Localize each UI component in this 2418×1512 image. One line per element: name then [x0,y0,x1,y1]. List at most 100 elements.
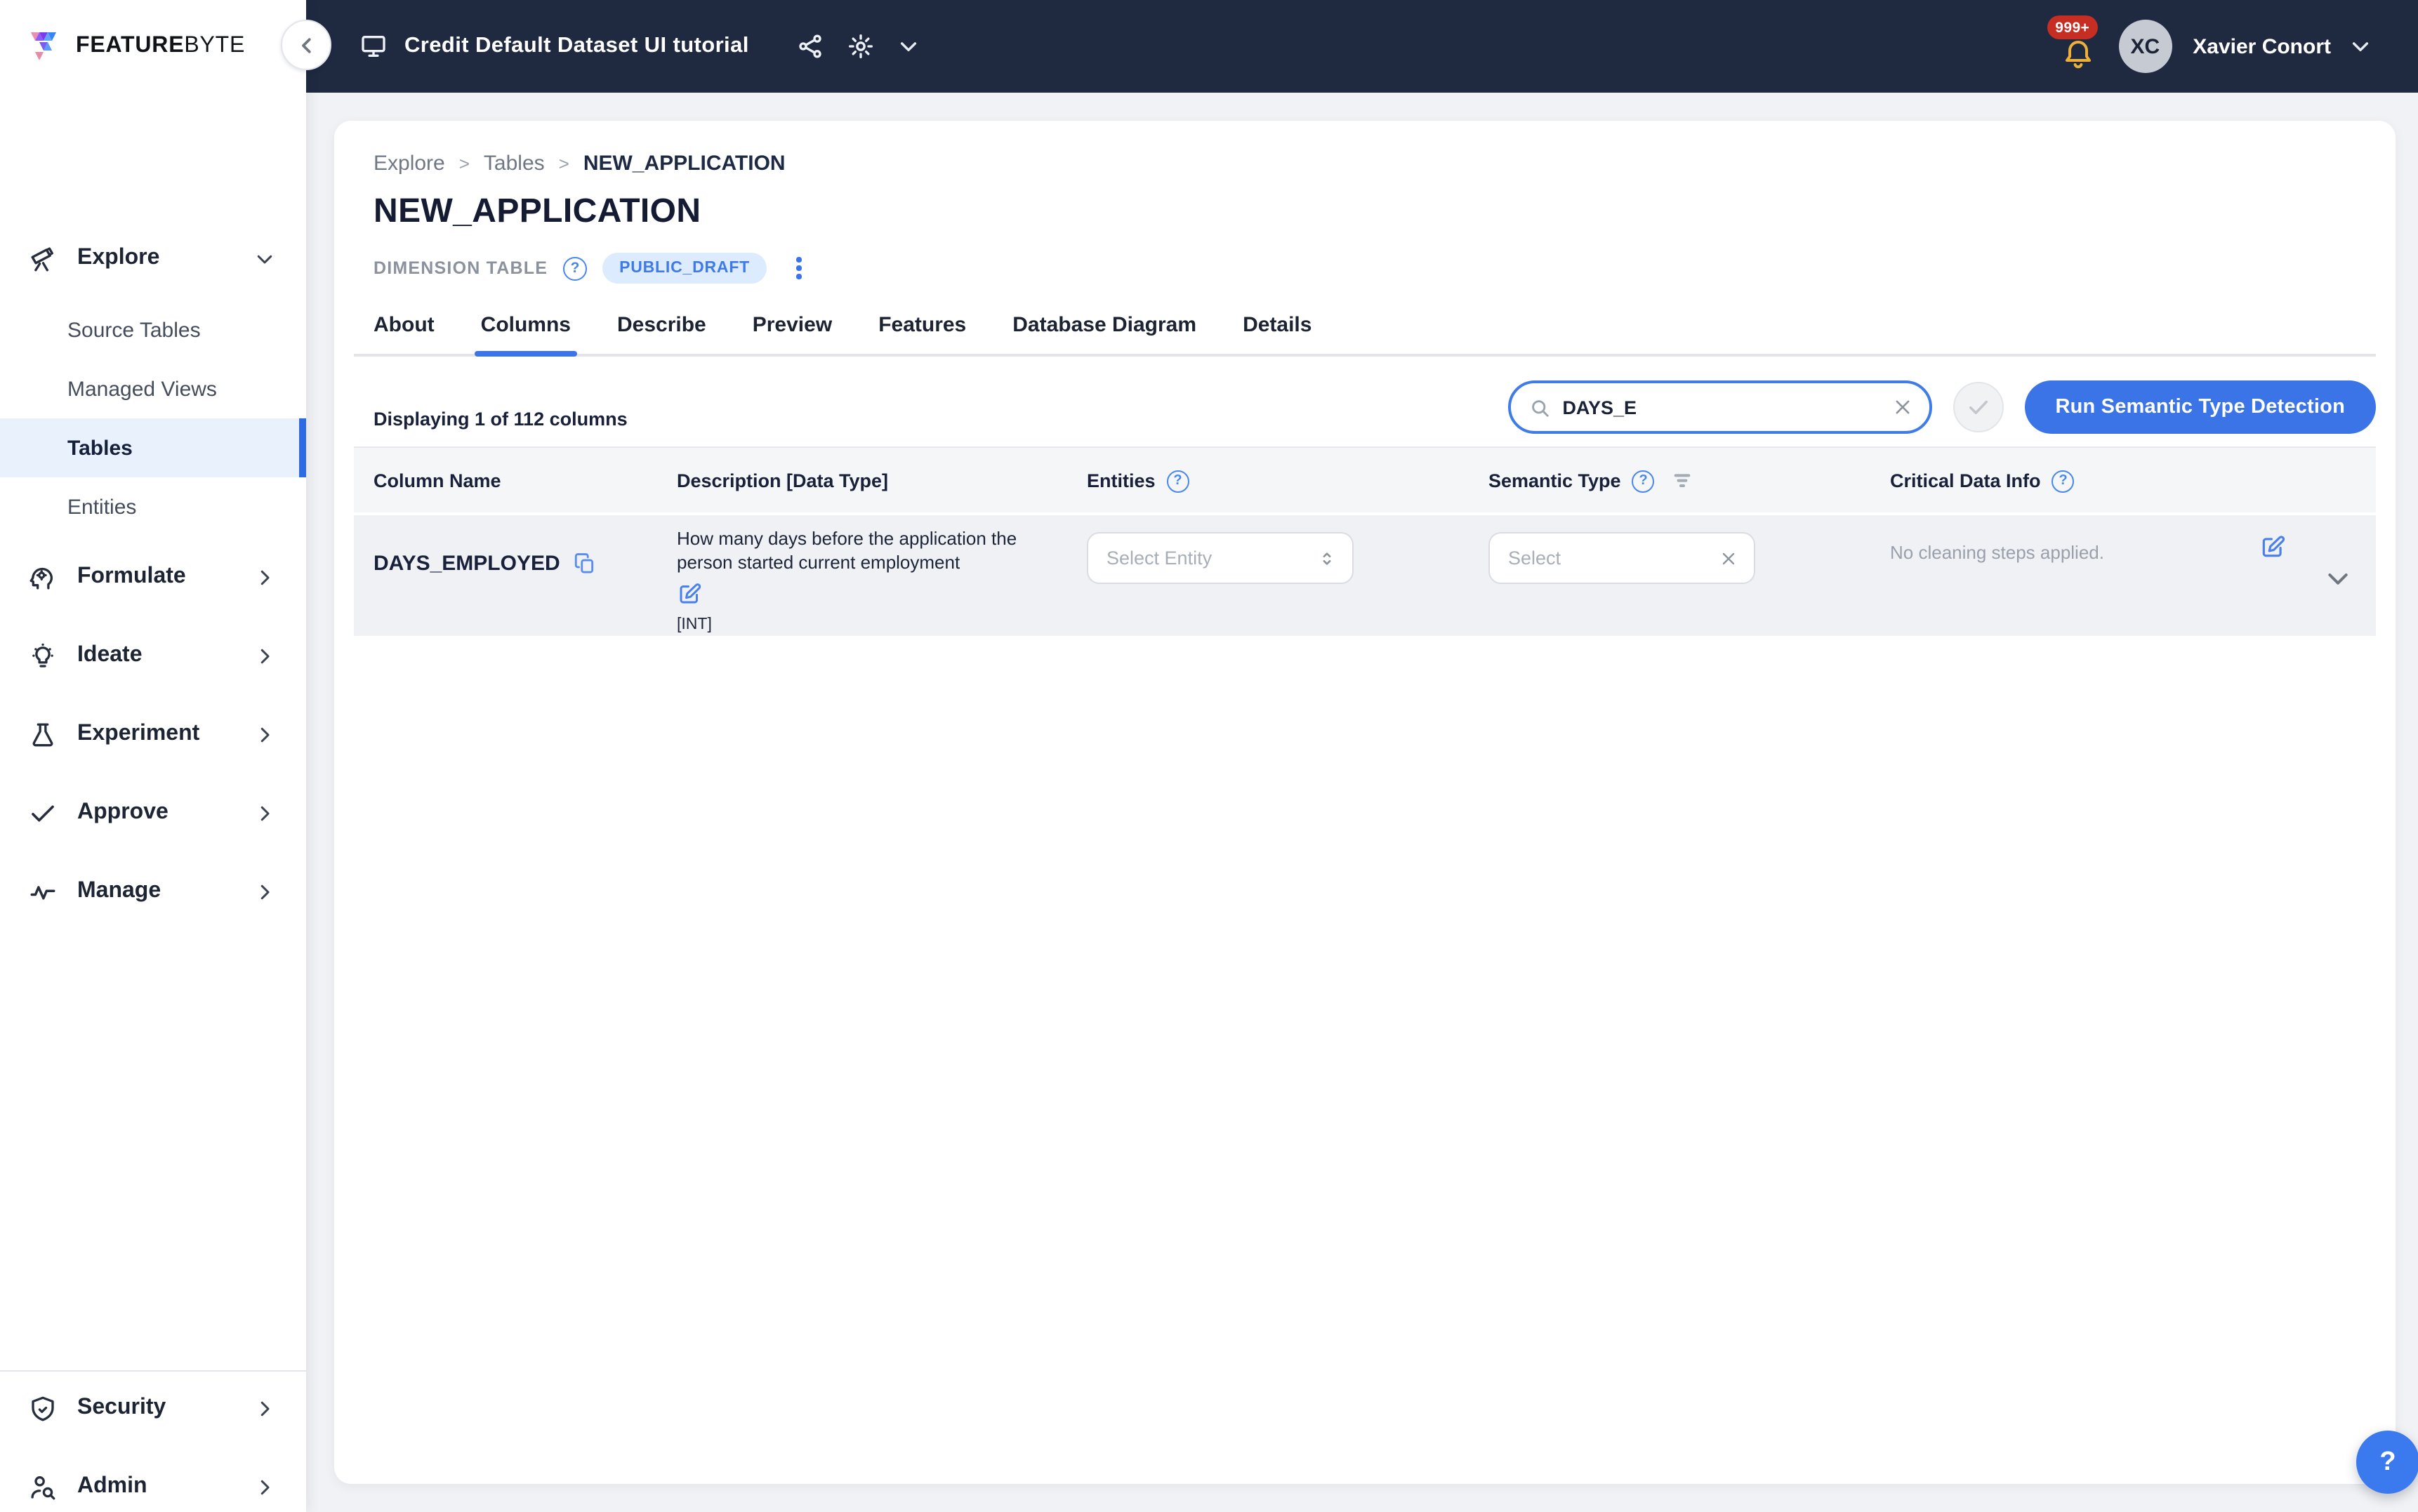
sidebar-item-label: Experiment [77,722,234,747]
sidebar-item-formulate[interactable]: Formulate [0,546,306,608]
explore-subnav: Source Tables Managed Views Tables Entit… [0,300,306,536]
description-cell: How many days before the application the… [677,526,1031,633]
sidebar-item-entities[interactable]: Entities [0,477,306,536]
lightbulb-icon [28,641,58,670]
toolbar-actions: Run Semantic Type Detection [1507,380,2376,434]
gear-icon[interactable] [847,32,876,60]
user-name: Xavier Conort [2193,34,2331,58]
workspace-actions [797,32,920,60]
sidebar-item-label: Formulate [77,564,234,590]
filter-icon[interactable] [1672,470,1694,492]
columns-table: Column Name Description [Data Type] Enti… [354,446,2376,636]
tab-details[interactable]: Details [1243,313,1312,354]
sidebar-collapse-button[interactable] [281,20,331,70]
search-icon [1528,397,1550,418]
avatar[interactable]: XC [2118,20,2172,73]
brand-name-light: BYTE [184,34,245,58]
sidebar-item-experiment[interactable]: Experiment [0,703,306,765]
breadcrumb-explore[interactable]: Explore [374,152,445,175]
check-icon [1965,394,1990,420]
help-icon[interactable]: ? [2052,470,2075,492]
breadcrumb-tables[interactable]: Tables [484,152,545,175]
header-critical-data-info: Critical Data Info ? [1890,448,2075,514]
tab-bar: About Columns Describe Preview Features … [354,313,2376,357]
chevron-right-icon [254,724,275,745]
sidebar-item-label: Explore [77,246,234,271]
status-badge: PUBLIC_DRAFT [602,253,767,284]
header-entities: Entities ? [1087,448,1189,514]
chevron-right-icon [254,566,275,588]
sidebar-item-managed-views[interactable]: Managed Views [0,359,306,418]
header-label: Entities [1087,470,1156,491]
chevron-right-icon [254,645,275,666]
bell-icon [2061,38,2094,72]
help-icon[interactable]: ? [1632,470,1655,492]
kebab-menu-button[interactable] [788,253,810,284]
sidebar-item-approve[interactable]: Approve [0,782,306,844]
table-header-row: Column Name Description [Data Type] Enti… [354,446,2376,512]
tab-preview[interactable]: Preview [753,313,832,354]
share-icon[interactable] [797,32,825,60]
clear-search-icon[interactable] [1892,397,1912,417]
help-fab-button[interactable]: ? [2356,1431,2418,1494]
sidebar-divider [0,1370,306,1372]
chevron-right-icon [254,1398,275,1419]
tab-columns[interactable]: Columns [481,313,571,354]
columns-toolbar: Displaying 1 of 112 columns Run Semantic… [354,379,2376,435]
header-column-name: Column Name [374,448,501,514]
column-name-cell: DAYS_EMPLOYED [374,552,597,576]
user-search-icon [28,1472,58,1501]
semantic-type-placeholder: Select [1508,548,1719,569]
entity-select[interactable]: Select Entity [1087,532,1354,584]
table-row: DAYS_EMPLOYED How many days before the a… [354,515,2376,636]
edit-description-icon[interactable] [677,581,702,606]
clear-icon[interactable] [1719,548,1738,568]
notifications-button[interactable]: 999+ [2058,21,2100,72]
sidebar-item-manage[interactable]: Manage [0,861,306,922]
header-label: Semantic Type [1488,470,1621,491]
help-icon[interactable]: ? [563,256,587,280]
chevron-right-icon [254,802,275,823]
critical-data-info: No cleaning steps applied. [1890,542,2104,563]
accept-changes-button[interactable] [1953,382,2003,432]
semantic-type-select[interactable]: Select [1488,532,1755,584]
tab-features[interactable]: Features [878,313,966,354]
shield-check-icon [28,1393,58,1423]
sidebar-item-source-tables[interactable]: Source Tables [0,300,306,359]
header-label: Description [Data Type] [677,470,888,491]
content-card: Explore > Tables > NEW_APPLICATION NEW_A… [334,121,2396,1484]
sidebar-footer: Security Admin [0,1370,306,1512]
columns-summary: Displaying 1 of 112 columns [374,409,628,430]
sidebar-item-admin[interactable]: Admin [0,1456,306,1512]
tab-database-diagram[interactable]: Database Diagram [1012,313,1196,354]
chevron-down-icon[interactable] [898,35,920,58]
run-semantic-type-detection-button[interactable]: Run Semantic Type Detection [2024,380,2376,434]
edit-cleaning-steps-icon[interactable] [2259,533,2286,560]
tab-describe[interactable]: Describe [617,313,706,354]
sidebar-item-ideate[interactable]: Ideate [0,625,306,687]
pulse-icon [28,877,58,906]
user-group: 999+ XC Xavier Conort [2058,20,2418,73]
breadcrumb: Explore > Tables > NEW_APPLICATION [354,152,2376,175]
header-label: Column Name [374,470,501,491]
workspace-group: Credit Default Dataset UI tutorial [306,32,920,60]
sidebar-nav: Explore Source Tables Managed Views Tabl… [0,93,306,922]
entity-select-placeholder: Select Entity [1106,548,1317,569]
sidebar-item-label: Approve [77,800,234,825]
head-gear-icon [28,562,58,592]
chevron-down-icon[interactable] [2349,35,2372,58]
sidebar-item-label: Ideate [77,643,234,668]
brand-logo: FEATUREBYTE [0,0,306,93]
expand-row-chevron-icon[interactable] [2324,564,2352,592]
copy-icon[interactable] [573,552,597,576]
sidebar: FEATUREBYTE Explore Source Tables Manage… [0,0,306,1512]
sidebar-item-explore[interactable]: Explore [0,227,306,289]
sidebar-item-security[interactable]: Security [0,1377,306,1439]
search-input[interactable] [1562,397,1879,418]
sidebar-item-label: Security [77,1395,234,1421]
tab-about[interactable]: About [374,313,435,354]
featurebyte-logo-icon [28,28,65,65]
column-description: How many days before the application the… [677,526,1031,574]
help-icon[interactable]: ? [1167,470,1189,492]
sidebar-item-tables[interactable]: Tables [0,418,306,477]
